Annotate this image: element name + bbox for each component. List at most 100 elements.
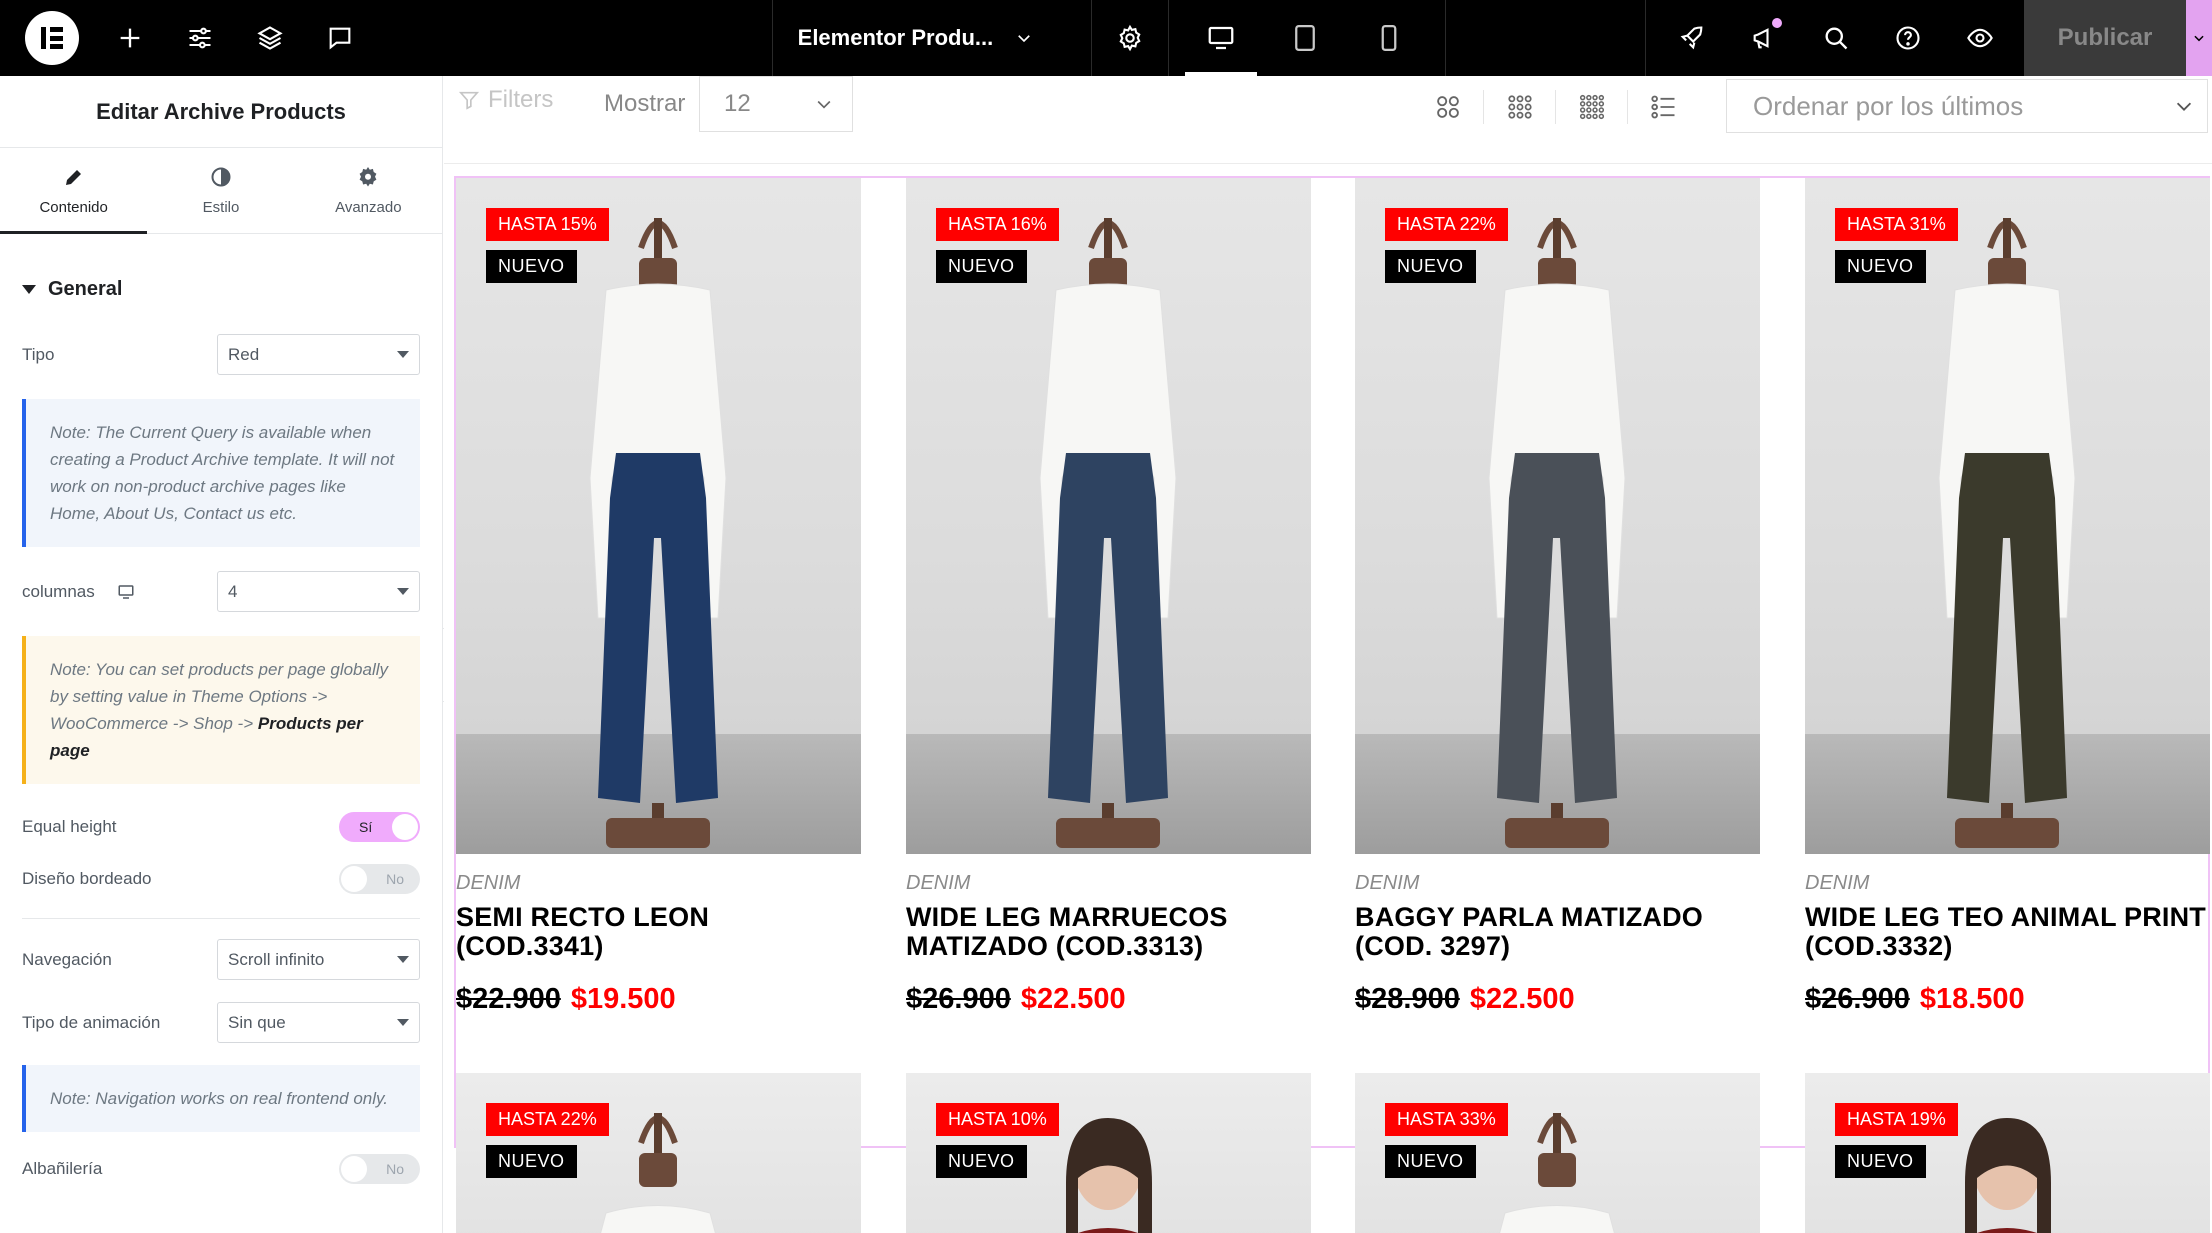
product-image[interactable]: HASTA 33% NUEVO: [1355, 1073, 1760, 1233]
product-name[interactable]: WIDE LEG TEO ANIMAL PRINT (COD.3332): [1805, 903, 2210, 961]
chevron-down-icon: [2194, 35, 2204, 42]
topbar-right-group: Publicar: [1646, 0, 2212, 76]
columnas-select[interactable]: 4: [217, 571, 420, 612]
section-title: General: [48, 277, 123, 300]
select-value: Sin que: [228, 1012, 286, 1032]
tablet-icon: [1294, 25, 1315, 51]
control-label: columnas: [22, 581, 95, 601]
orderby-select[interactable]: Ordenar por los últimos: [1726, 79, 2208, 133]
search-icon: [1825, 27, 1848, 50]
filters-label: Filters: [488, 86, 554, 113]
equal-height-toggle[interactable]: Sí: [339, 812, 420, 842]
product-card[interactable]: HASTA 15% NUEVO DENIM SEMI RECTO LEON (COD.…: [456, 178, 861, 1016]
note-navigation: Note: Navigation works on real frontend …: [22, 1065, 420, 1132]
document-title-dropdown[interactable]: Elementor Produ...: [771, 0, 1093, 76]
preview-button[interactable]: [1944, 0, 2016, 76]
desktop-mode-button[interactable]: [1179, 0, 1263, 76]
grid-3-view-button[interactable]: [1484, 90, 1556, 124]
bordered-toggle[interactable]: No: [339, 864, 420, 894]
tab-contenido[interactable]: Contenido: [0, 148, 148, 234]
animacion-select[interactable]: Sin que: [217, 1002, 420, 1043]
product-image[interactable]: HASTA 31% NUEVO: [1805, 178, 2210, 854]
site-settings-button[interactable]: [165, 0, 235, 76]
tipo-select[interactable]: Red: [217, 334, 420, 375]
finder-button[interactable]: [1800, 0, 1872, 76]
new-badge: NUEVO: [486, 1145, 577, 1178]
filters-button[interactable]: Filters: [458, 86, 553, 114]
control-equal-height: Equal height Sí: [22, 812, 420, 842]
section-general-toggle[interactable]: General: [22, 234, 420, 344]
product-card[interactable]: HASTA 22% NUEVO DENIM BAGGY PARLA MATIZADO …: [1355, 178, 1760, 1016]
publish-options-button[interactable]: [2186, 0, 2212, 76]
product-name[interactable]: SEMI RECTO LEON (COD.3341): [456, 903, 861, 961]
product-image[interactable]: HASTA 16% NUEVO: [906, 178, 1311, 854]
new-badge: NUEVO: [1835, 250, 1926, 283]
note-text: Note: Navigation works on real frontend …: [50, 1089, 388, 1108]
tab-estilo[interactable]: Estilo: [147, 148, 294, 233]
product-image[interactable]: HASTA 22% NUEVO: [456, 1073, 861, 1233]
sale-price: $19.500: [570, 983, 676, 1015]
add-element-button[interactable]: [95, 0, 165, 76]
sale-price: $22.500: [1020, 983, 1126, 1015]
control-label: Diseño bordeado: [22, 869, 152, 888]
tab-avanzado[interactable]: Avanzado: [295, 148, 442, 233]
product-category[interactable]: DENIM: [456, 872, 861, 895]
caret-down-icon: [22, 284, 36, 294]
control-columnas: columnas 4: [22, 571, 420, 612]
control-tipo: Tipo Red: [22, 334, 420, 375]
launch-button[interactable]: [1656, 0, 1728, 76]
control-label: Albañilería: [22, 1159, 103, 1178]
control-animacion: Tipo de animación Sin que: [22, 1002, 420, 1043]
structure-button[interactable]: [235, 0, 305, 76]
product-image[interactable]: HASTA 15% NUEVO: [456, 178, 861, 854]
product-image[interactable]: HASTA 19% NUEVO: [1805, 1073, 2210, 1233]
product-card[interactable]: HASTA 33% NUEVO: [1355, 1073, 1760, 1233]
mobile-mode-button[interactable]: [1347, 0, 1431, 76]
grid-2-icon: [1436, 96, 1459, 118]
topbar-spacer: [1446, 0, 1647, 76]
page-settings-button[interactable]: [1092, 0, 1169, 76]
control-masonry: Albañilería No: [22, 1154, 420, 1184]
sale-badge: HASTA 31%: [1835, 208, 1958, 241]
product-image[interactable]: HASTA 10% NUEVO: [906, 1073, 1311, 1233]
masonry-toggle[interactable]: No: [339, 1154, 420, 1184]
chevron-down-icon: [2176, 102, 2192, 111]
product-name[interactable]: WIDE LEG MARRUECOS MATIZADO (COD.3313): [906, 903, 1311, 961]
grid-4-view-button[interactable]: [1556, 90, 1628, 124]
publish-button[interactable]: Publicar: [2024, 0, 2187, 76]
shop-toolbar: Filters Mostrar 12 Ordenar por los últim…: [444, 76, 2212, 164]
product-name[interactable]: BAGGY PARLA MATIZADO (COD. 3297): [1355, 903, 1760, 961]
notifications-button[interactable]: [1728, 0, 1800, 76]
comments-button[interactable]: [305, 0, 375, 76]
product-card[interactable]: HASTA 22% NUEVO: [456, 1073, 861, 1233]
sale-badge: HASTA 16%: [936, 208, 1059, 241]
new-badge: NUEVO: [936, 1145, 1027, 1178]
desktop-icon[interactable]: [117, 583, 135, 601]
product-card[interactable]: HASTA 31% NUEVO DENIM WIDE LEG TEO ANIMAL P…: [1805, 178, 2210, 1016]
list-view-button[interactable]: [1628, 90, 1700, 124]
show-label: Mostrar: [604, 90, 686, 117]
navegacion-select[interactable]: Scroll infinito: [217, 939, 420, 980]
product-card[interactable]: HASTA 16% NUEVO DENIM WIDE LEG MARRUECOS MA…: [906, 178, 1311, 1016]
elementor-logo-icon[interactable]: [25, 11, 79, 65]
tablet-mode-button[interactable]: [1263, 0, 1347, 76]
caret-down-icon: [397, 956, 409, 963]
sale-badge: HASTA 10%: [936, 1103, 1059, 1136]
product-price: $26.900 $22.500: [906, 983, 1311, 1016]
per-page-select[interactable]: 12: [699, 76, 853, 132]
select-value: Red: [228, 344, 260, 364]
product-category[interactable]: DENIM: [1355, 872, 1760, 895]
product-price: $22.900 $19.500: [456, 983, 861, 1016]
half-circle-icon: [211, 167, 231, 187]
product-image[interactable]: HASTA 22% NUEVO: [1355, 178, 1760, 854]
product-price: $26.900 $18.500: [1805, 983, 2210, 1016]
product-category[interactable]: DENIM: [1805, 872, 2210, 895]
tab-label: Estilo: [202, 199, 240, 216]
help-button[interactable]: [1872, 0, 1944, 76]
product-card[interactable]: HASTA 19% NUEVO: [1805, 1073, 2210, 1233]
chevron-down-icon: [1018, 35, 1031, 43]
product-category[interactable]: DENIM: [906, 872, 1311, 895]
product-card[interactable]: HASTA 10% NUEVO: [906, 1073, 1311, 1233]
grid-2-view-button[interactable]: [1412, 90, 1484, 124]
desktop-icon: [1208, 26, 1234, 50]
